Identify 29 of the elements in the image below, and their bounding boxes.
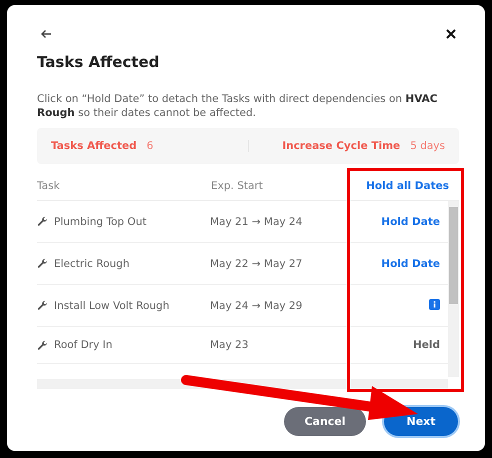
task-name: Install Low Volt Rough [54, 300, 170, 312]
start-date: May 24 → May 29 [210, 300, 304, 312]
back-arrow-icon[interactable] [40, 29, 52, 39]
held-status: Held [412, 339, 440, 351]
hold-date-link[interactable]: Hold Date [381, 216, 440, 228]
cancel-button[interactable]: Cancel [284, 407, 366, 436]
wrench-icon [37, 216, 48, 227]
task-name: Plumbing Top Out [54, 216, 146, 228]
summary-value: 6 [146, 140, 154, 152]
wrench-icon [37, 258, 48, 269]
close-icon[interactable] [446, 29, 456, 39]
dialog-title: Tasks Affected [37, 53, 160, 71]
summary-value: 5 days [410, 140, 445, 152]
hold-all-dates-link[interactable]: Hold all Dates [366, 180, 449, 192]
task-name: Electric Rough [54, 258, 130, 270]
vertical-scrollbar[interactable] [448, 201, 459, 377]
column-header: Exp. Start [211, 180, 264, 192]
info-icon[interactable] [429, 298, 440, 310]
wrench-icon [37, 340, 48, 350]
task-name: Roof Dry In [54, 339, 112, 351]
start-date: May 21 → May 24 [210, 216, 304, 228]
start-date: May 22 → May 27 [210, 258, 304, 270]
hold-date-link[interactable]: Hold Date [381, 258, 440, 270]
column-header: Task [37, 180, 61, 192]
wrench-icon [37, 300, 48, 311]
summary-label: Increase Cycle Time [282, 140, 400, 152]
description-text: Click on “Hold Date” to detach the Tasks with direct dependencies on HVAC Rough so their dates cannot be affected. [37, 92, 438, 120]
start-date: May 23 [210, 339, 250, 351]
summary-label: Tasks Affected [51, 140, 137, 152]
